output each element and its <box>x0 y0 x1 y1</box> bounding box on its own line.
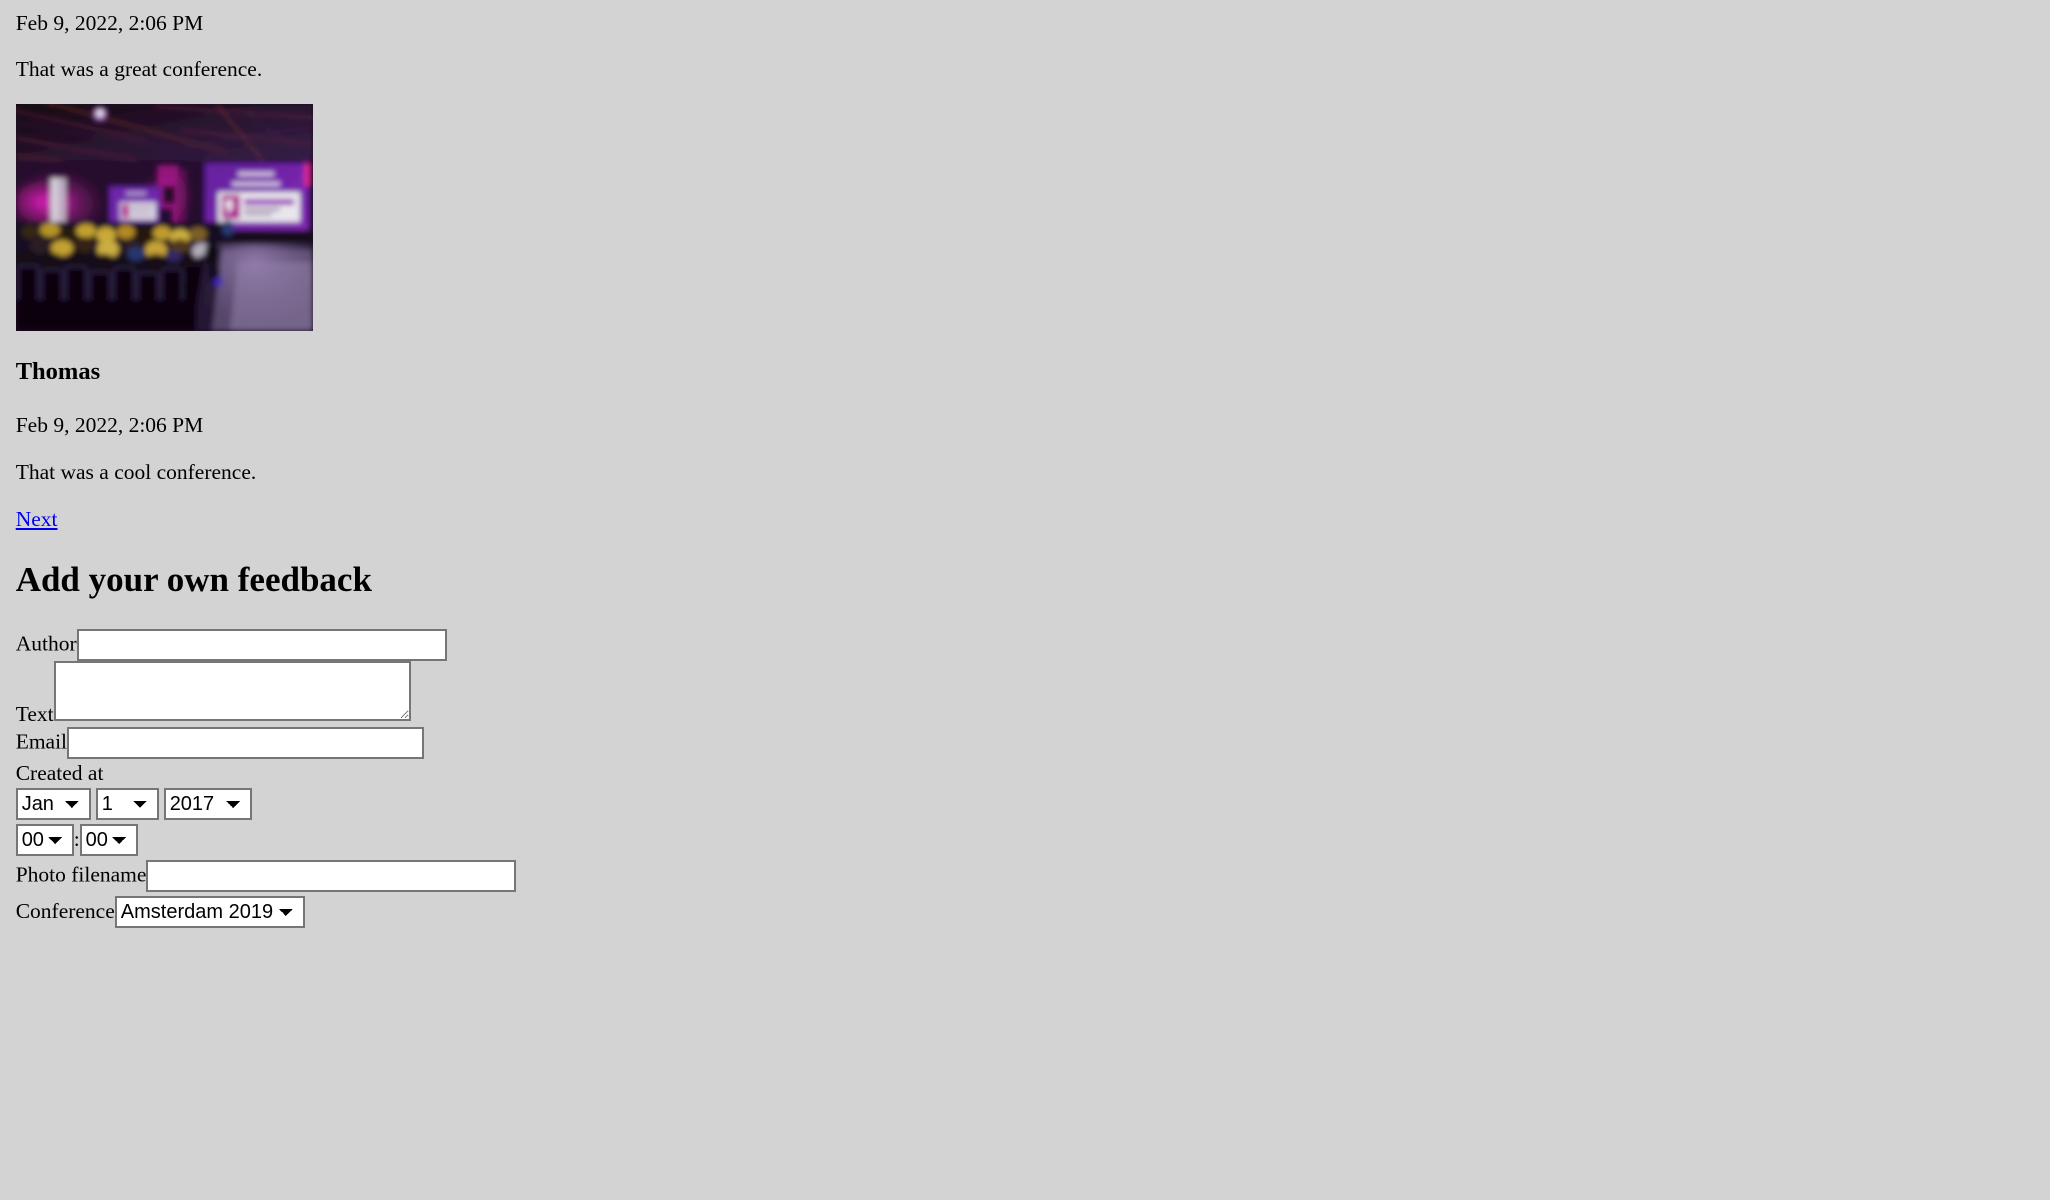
created-at-time-row: 00 : 00 <box>15 823 2035 856</box>
conference-label: Conference <box>15 898 115 923</box>
field-row-text: Text <box>15 660 2035 727</box>
comment-timestamp: Feb 9, 2022, 2:06 PM <box>15 413 204 438</box>
comment-author: Thomas <box>15 357 101 385</box>
created-at-hour-select[interactable]: 00 <box>15 823 74 856</box>
field-row-photo-filename: Photo filename <box>15 859 2035 892</box>
field-row-author: Author <box>15 628 2035 661</box>
comment-item: Thomas Feb 9, 2022, 2:06 PM That was a c… <box>16 358 2035 485</box>
conference-photo <box>15 103 313 331</box>
comment-timestamp: Feb 9, 2022, 2:06 PM <box>15 10 204 35</box>
email-input[interactable] <box>67 726 425 759</box>
comment-item: Feb 9, 2022, 2:06 PM That was a great co… <box>15 10 2035 331</box>
conference-select[interactable]: Amsterdam 2019 <box>114 895 305 928</box>
field-row-conference: Conference Amsterdam 2019 <box>15 895 2035 928</box>
form-heading: Add your own feedback <box>15 559 372 599</box>
pagination: Next <box>16 507 2035 532</box>
created-at-label: Created at <box>15 760 104 785</box>
author-input[interactable] <box>76 628 447 661</box>
text-label: Text <box>15 701 54 726</box>
field-row-email: Email <box>15 726 2035 759</box>
text-textarea[interactable] <box>53 660 411 721</box>
conference-photo-graphic <box>15 103 313 331</box>
email-label: Email <box>15 729 68 754</box>
created-at-month-select[interactable]: Jan <box>15 787 91 820</box>
field-row-created-at: Created at Jan 1 2017 00 : 00 <box>15 759 2035 856</box>
comment-body: That was a cool conference. <box>15 460 257 485</box>
feedback-form: Author Text Email Created at Jan 1 2017 … <box>15 628 2035 928</box>
created-at-year-select[interactable]: 2017 <box>163 787 252 820</box>
next-page-link[interactable]: Next <box>16 507 58 532</box>
comment-body: That was a great conference. <box>15 57 263 82</box>
photo-filename-label: Photo filename <box>15 862 147 887</box>
created-at-day-select[interactable]: 1 <box>95 787 159 820</box>
author-label: Author <box>15 631 77 656</box>
created-at-date-row: Jan 1 2017 <box>15 787 2035 820</box>
created-at-minute-select[interactable]: 00 <box>79 823 138 856</box>
photo-filename-input[interactable] <box>146 859 517 892</box>
